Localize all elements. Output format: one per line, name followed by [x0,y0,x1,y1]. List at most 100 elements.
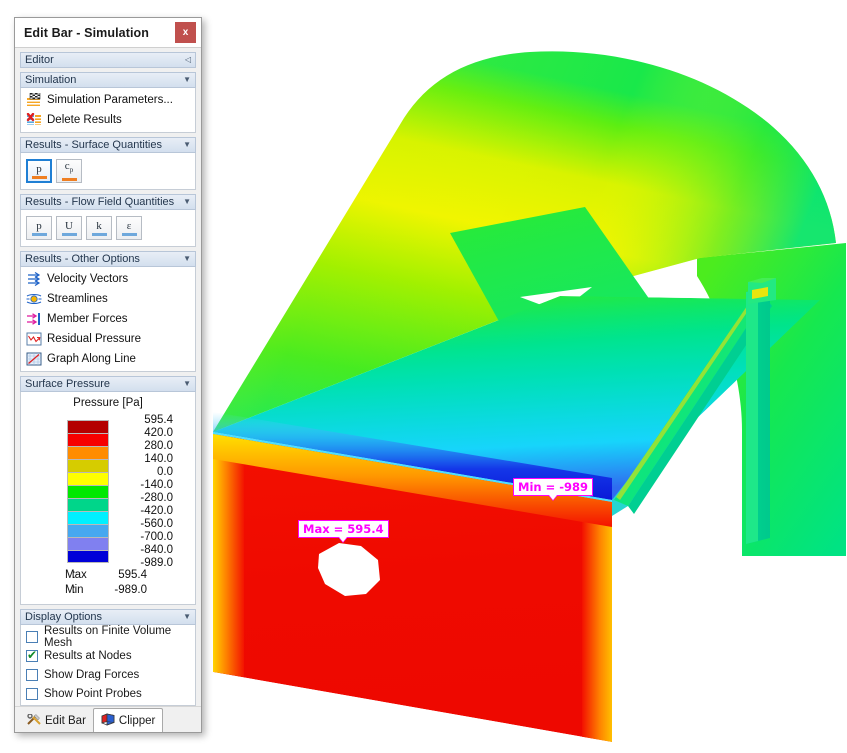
legend-tick: 0.0 [157,466,173,478]
group-header-flow-field-quantities[interactable]: Results - Flow Field Quantities ▼ [20,194,196,210]
chevron-down-icon[interactable]: ▼ [183,138,191,152]
group-header-editor[interactable]: Editor ◁ [20,52,196,68]
menu-label: Delete Results [47,114,122,126]
display-option-checkbox[interactable] [26,668,38,681]
group-header-display-options[interactable]: Display Options ▼ [20,609,196,625]
display-option-checkbox[interactable] [26,687,38,700]
legend-min-value: -989.0 [114,584,147,596]
legend-swatch [67,550,109,563]
edit-bar-panel[interactable]: Edit Bar - Simulation x Editor ◁ Simulat… [14,17,202,733]
legend-colon: : [72,569,76,581]
legend-min-key: Min [65,584,84,596]
panel-tabs: Edit Bar Clipper [15,706,201,732]
surface-quantity-buttons: p cp [21,155,195,187]
menu-item-graph-along-line[interactable]: Graph Along Line [21,349,195,369]
legend-swatch [67,485,109,498]
menu-item-streamlines[interactable]: Streamlines [21,289,195,309]
menu-item-velocity-vectors[interactable]: Velocity Vectors [21,269,195,289]
quantity-underline [121,232,137,236]
close-button[interactable]: x [175,22,196,43]
group-display-options: Display Options ▼ Results on Finite Volu… [20,609,196,706]
legend-swatch [67,433,109,446]
menu-item-simulation-parameters[interactable]: Simulation Parameters... [21,90,195,110]
legend-swatch [67,498,109,511]
tab-edit-bar[interactable]: Edit Bar [20,710,93,732]
quantity-glyph: p [36,162,42,175]
menu-item-member-forces[interactable]: Member Forces [21,309,195,329]
chevron-down-icon[interactable]: ▼ [183,610,191,624]
tab-label: Clipper [118,714,156,727]
chevron-down-icon[interactable]: ▼ [183,73,191,87]
menu-label: Simulation Parameters... [47,94,173,106]
quantity-glyph: cp [64,160,74,175]
tab-clipper[interactable]: Clipper [92,708,164,732]
chevron-down-icon[interactable]: ▼ [183,377,191,391]
flow-quantity-epsilon-button[interactable]: ε [116,216,142,240]
group-header-simulation[interactable]: Simulation ▼ [20,72,196,88]
quantity-glyph: ε [126,219,132,232]
flow-quantity-p-button[interactable]: p [26,216,52,240]
legend-swatch [67,420,109,433]
collapse-left-icon[interactable]: ◁ [185,53,191,67]
legend-swatch [67,524,109,537]
display-option-row[interactable]: Show Drag Forces [21,665,195,684]
streamlines-icon [25,291,43,307]
legend-tick: -420.0 [140,505,173,517]
group-content-simulation: Simulation Parameters... Delete Results [20,88,196,133]
surface-quantity-cp-button[interactable]: cp [56,159,82,183]
group-editor: Editor ◁ [20,52,196,68]
legend-tick: 280.0 [144,440,173,452]
wall-rim-left [213,434,244,677]
flow-quantity-u-button[interactable]: U [56,216,82,240]
group-flow-field-quantities: Results - Flow Field Quantities ▼ p U k [20,194,196,247]
quantity-glyph: U [65,219,73,232]
surface-quantity-p-button[interactable]: p [26,159,52,183]
group-header-other-options[interactable]: Results - Other Options ▼ [20,251,196,267]
group-header-surface-pressure[interactable]: Surface Pressure ▼ [20,376,196,392]
quantity-glyph: p [36,219,42,232]
chevron-down-icon[interactable]: ▼ [183,252,191,266]
tools-icon [27,712,41,729]
quantity-underline [31,232,47,236]
group-surface-pressure: Surface Pressure ▼ Pressure [Pa] 595.4 42… [20,376,196,605]
group-title-editor: Editor [25,54,54,66]
max-annotation-pointer [338,537,349,543]
legend-scale: 595.4 420.0 280.0 140.0 0.0 -140.0 -280.0 -420.… [21,414,195,569]
menu-label: Residual Pressure [47,333,141,345]
menu-item-residual-pressure[interactable]: Residual Pressure [21,329,195,349]
legend-tick: -989.0 [140,557,173,569]
menu-item-delete-results[interactable]: Delete Results [21,110,195,130]
group-title-display-options: Display Options [25,611,103,623]
display-option-label: Show Point Probes [44,687,142,700]
quantity-underline [61,177,77,181]
display-option-row[interactable]: Show Point Probes [21,684,195,703]
member-forces-icon [25,311,43,327]
legend-tick-column: 595.4 420.0 280.0 140.0 0.0 -140.0 -280.0 -420.… [111,414,183,570]
legend-tick: -140.0 [140,479,173,491]
group-title-surface-quantities: Results - Surface Quantities [25,139,162,151]
chevron-down-icon[interactable]: ▼ [183,195,191,209]
support-column-front [746,290,758,544]
group-title-surface-pressure: Surface Pressure [25,378,110,390]
legend-swatch [67,459,109,472]
legend-swatch-column [67,420,109,563]
legend-swatch [67,446,109,459]
group-header-surface-quantities[interactable]: Results - Surface Quantities ▼ [20,137,196,153]
display-option-label: Show Drag Forces [44,668,140,681]
display-option-row[interactable]: Results at Nodes [21,646,195,665]
quantity-glyph: k [96,219,102,232]
display-option-checkbox[interactable] [26,630,38,643]
quantity-underline [61,232,77,236]
wall-rim-right [582,497,612,742]
panel-title: Edit Bar - Simulation [24,25,150,40]
max-annotation: Max = 595.4 [298,520,389,543]
group-content-other-options: Velocity Vectors Streamlines Member Forc… [20,267,196,372]
menu-label: Member Forces [47,313,128,325]
legend-tick: -700.0 [140,531,173,543]
group-content-flow-field-quantities: p U k ε [20,210,196,247]
flow-quantity-k-button[interactable]: k [86,216,112,240]
simulation-parameters-icon [25,92,43,108]
display-option-row[interactable]: Results on Finite Volume Mesh [21,625,195,649]
display-option-checkbox[interactable] [26,648,38,662]
group-surface-quantities: Results - Surface Quantities ▼ p cp [20,137,196,190]
